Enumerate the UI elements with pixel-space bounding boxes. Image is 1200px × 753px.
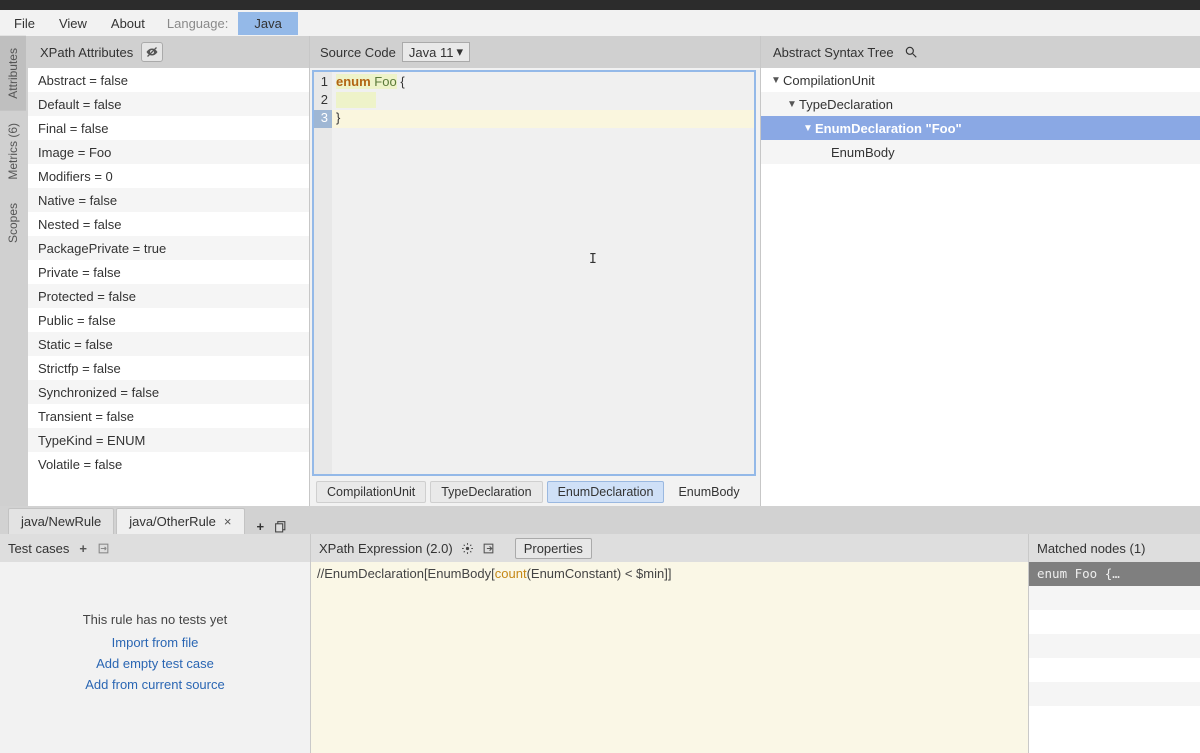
code-editor[interactable]: 123 enum Foo { } I <box>312 70 756 476</box>
properties-button[interactable]: Properties <box>515 538 592 559</box>
attribute-row[interactable]: Nested = false <box>28 212 309 236</box>
sidetab-scopes[interactable]: Scopes <box>0 191 26 255</box>
java-version-select[interactable]: Java 11 ▾ <box>402 42 470 62</box>
xpath-title: XPath Expression (2.0) <box>319 541 453 556</box>
gear-icon[interactable] <box>461 542 474 555</box>
ast-node-typedeclaration[interactable]: ▼TypeDeclaration <box>761 92 1200 116</box>
attribute-row[interactable]: TypeKind = ENUM <box>28 428 309 452</box>
source-code-panel: Source Code Java 11 ▾ 123 enum Foo { } I <box>310 36 760 506</box>
copy-icon[interactable] <box>274 520 287 533</box>
export-xpath-icon[interactable] <box>482 542 495 555</box>
attributes-title: XPath Attributes <box>40 45 133 60</box>
add-from-source-link[interactable]: Add from current source <box>0 677 310 692</box>
hide-common-attrs-icon[interactable] <box>141 42 163 62</box>
sidetab-attributes[interactable]: Attributes <box>0 36 26 111</box>
ast-panel: Abstract Syntax Tree ▼CompilationUnit ▼T… <box>760 36 1200 506</box>
attribute-row[interactable]: Final = false <box>28 116 309 140</box>
code-lines: enum Foo { } <box>332 72 754 474</box>
attribute-row[interactable]: Private = false <box>28 260 309 284</box>
attribute-row[interactable]: Volatile = false <box>28 452 309 476</box>
tests-body: This rule has no tests yet Import from f… <box>0 562 310 753</box>
ast-title: Abstract Syntax Tree <box>773 45 894 60</box>
search-icon[interactable] <box>904 45 918 59</box>
xpath-editor[interactable]: //EnumDeclaration[EnumBody[count(EnumCon… <box>311 562 1028 753</box>
add-test-icon[interactable]: + <box>79 541 87 556</box>
ast-breadcrumb: CompilationUnit TypeDeclaration EnumDecl… <box>310 478 760 506</box>
ast-node-compilationunit[interactable]: ▼CompilationUnit <box>761 68 1200 92</box>
xpath-header: XPath Expression (2.0) Properties <box>311 534 1028 562</box>
attribute-row[interactable]: Strictfp = false <box>28 356 309 380</box>
attribute-row[interactable]: Image = Foo <box>28 140 309 164</box>
attributes-panel: XPath Attributes Abstract = falseDefault… <box>28 36 310 506</box>
import-tests-link[interactable]: Import from file <box>0 635 310 650</box>
crumb-typedeclaration[interactable]: TypeDeclaration <box>430 481 542 503</box>
text-cursor-icon: I <box>589 252 597 267</box>
matched-nodes-panel: Matched nodes (1) enum Foo {… <box>1028 534 1200 753</box>
java-version-label: Java 11 <box>409 45 454 60</box>
close-icon[interactable]: × <box>224 514 232 529</box>
menubar: File View About Language: Java <box>0 10 1200 36</box>
ast-node-enumdeclaration[interactable]: ▼EnumDeclaration "Foo" <box>761 116 1200 140</box>
attribute-row[interactable]: Public = false <box>28 308 309 332</box>
menu-file[interactable]: File <box>2 12 47 35</box>
menu-about[interactable]: About <box>99 12 157 35</box>
no-tests-message: This rule has no tests yet <box>0 612 310 627</box>
rule-tab-otherrule[interactable]: java/OtherRule× <box>116 508 244 534</box>
window-titlebar <box>0 0 1200 10</box>
tests-title: Test cases <box>8 541 69 556</box>
ast-node-enumbody[interactable]: ▼EnumBody <box>761 140 1200 164</box>
language-label: Language: <box>157 12 238 35</box>
ast-header: Abstract Syntax Tree <box>761 36 1200 68</box>
sidetab-metrics[interactable]: Metrics (6) <box>0 111 26 192</box>
rule-tabstrip: java/NewRule java/OtherRule× + <box>0 506 1200 534</box>
attribute-row[interactable]: Protected = false <box>28 284 309 308</box>
ast-tree[interactable]: ▼CompilationUnit ▼TypeDeclaration ▼EnumD… <box>761 68 1200 506</box>
menu-view[interactable]: View <box>47 12 99 35</box>
attribute-row[interactable]: Native = false <box>28 188 309 212</box>
xpath-expression-panel: XPath Expression (2.0) Properties //Enum… <box>310 534 1028 753</box>
crumb-enumbody[interactable]: EnumBody <box>668 482 749 502</box>
matched-list[interactable]: enum Foo {… <box>1029 562 1200 753</box>
attributes-header: XPath Attributes <box>28 36 309 68</box>
attribute-row[interactable]: Modifiers = 0 <box>28 164 309 188</box>
add-tab-icon[interactable]: + <box>257 519 265 534</box>
source-code-header: Source Code Java 11 ▾ <box>310 36 760 68</box>
export-tests-icon[interactable] <box>97 542 110 555</box>
attribute-row[interactable]: Synchronized = false <box>28 380 309 404</box>
attribute-row[interactable]: Transient = false <box>28 404 309 428</box>
matched-header: Matched nodes (1) <box>1029 534 1200 562</box>
attribute-row[interactable]: PackagePrivate = true <box>28 236 309 260</box>
code-gutter: 123 <box>314 72 332 474</box>
crumb-enumdeclaration[interactable]: EnumDeclaration <box>547 481 665 503</box>
rule-tab-newrule[interactable]: java/NewRule <box>8 508 114 534</box>
matched-node-item[interactable]: enum Foo {… <box>1029 562 1200 586</box>
attribute-row[interactable]: Static = false <box>28 332 309 356</box>
tests-panel: Test cases + This rule has no tests yet … <box>0 534 310 753</box>
attributes-list[interactable]: Abstract = falseDefault = falseFinal = f… <box>28 68 309 506</box>
crumb-compilationunit[interactable]: CompilationUnit <box>316 481 426 503</box>
matched-title: Matched nodes (1) <box>1037 541 1145 556</box>
language-selector[interactable]: Java <box>238 12 297 35</box>
chevron-down-icon: ▾ <box>456 44 463 60</box>
source-code-title: Source Code <box>320 45 396 60</box>
tests-header: Test cases + <box>0 534 310 562</box>
add-empty-test-link[interactable]: Add empty test case <box>0 656 310 671</box>
attribute-row[interactable]: Default = false <box>28 92 309 116</box>
attribute-row[interactable]: Abstract = false <box>28 68 309 92</box>
